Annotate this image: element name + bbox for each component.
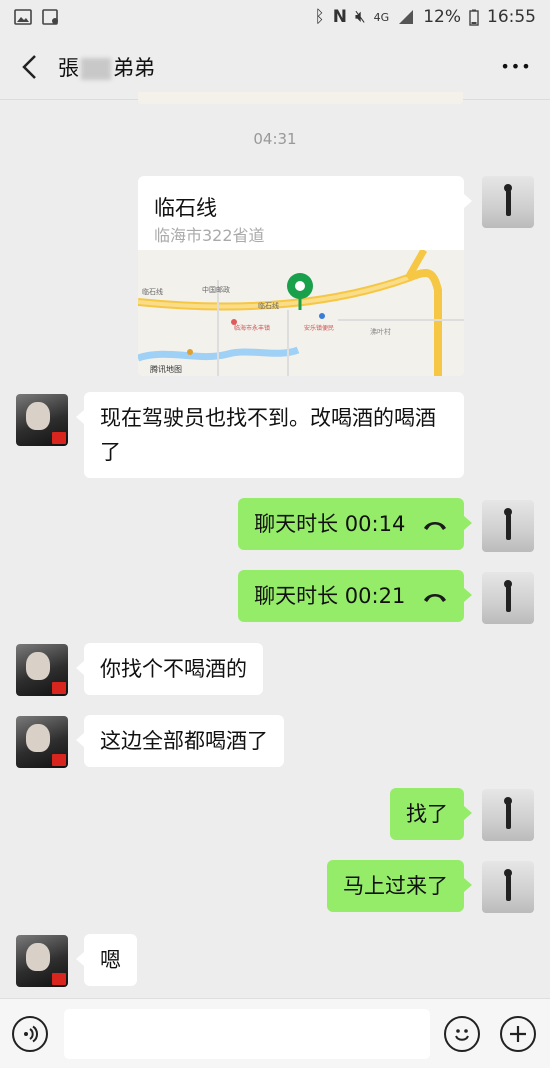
peer-avatar[interactable]	[16, 716, 68, 768]
more-icon: •••	[500, 57, 532, 76]
message-bubble[interactable]: 现在驾驶员也找不到。改喝酒的喝酒了	[76, 392, 464, 478]
message-bubble[interactable]: 找了	[390, 788, 472, 840]
map-village-label: 沸叶村	[370, 327, 391, 336]
chevron-left-icon	[22, 54, 36, 79]
map-post-label: 中国邮政	[202, 285, 230, 294]
location-name: 临石线	[154, 196, 217, 220]
call-duration-bubble[interactable]: 聊天时长 00:14	[238, 498, 472, 550]
emoji-icon	[455, 1029, 469, 1041]
self-avatar[interactable]	[482, 861, 534, 913]
map-brand-label: 腾讯地图	[150, 364, 182, 374]
status-bar: ᛒ N 🔇︎ 4G 12% 16:55	[0, 0, 550, 34]
phone-hangup-icon	[424, 522, 446, 530]
more-functions-button[interactable]	[500, 1016, 536, 1052]
self-avatar[interactable]	[482, 789, 534, 841]
flag-icon	[52, 973, 66, 985]
clock: 16:55	[487, 7, 536, 27]
screenshot-icon	[42, 9, 58, 25]
more-options-button[interactable]: •••	[496, 47, 536, 87]
message-input[interactable]	[64, 1009, 430, 1059]
map-road-label-right: 临石线	[258, 301, 279, 310]
location-card[interactable]: 临石线 临海市322省道 临石线 临石线 中国邮政 沸叶村 临海市永丰镇 安乐镇…	[138, 176, 464, 376]
map-poi-b: 安乐镇便民	[304, 324, 334, 332]
self-avatar[interactable]	[482, 176, 534, 228]
emoji-button[interactable]	[444, 1016, 480, 1052]
bluetooth-icon: ᛒ	[314, 7, 325, 27]
message-timestamp: 04:31	[253, 130, 297, 148]
self-avatar[interactable]	[482, 500, 534, 552]
message-bubble[interactable]: 这边全部都喝酒了	[76, 715, 284, 767]
input-bar	[0, 998, 550, 1068]
battery-icon	[469, 9, 479, 26]
chat-title: 張 弟弟	[58, 52, 155, 82]
gallery-icon	[14, 9, 32, 25]
message-bubble[interactable]: 你找个不喝酒的	[76, 643, 263, 695]
map-poi-a: 临海市永丰镇	[234, 324, 270, 332]
call-duration-text: 聊天时长 00:21	[254, 584, 406, 608]
signal-icon	[399, 10, 414, 24]
chat-title-first: 張	[58, 55, 79, 80]
network-label: 4G	[373, 10, 390, 24]
nfc-icon: N	[332, 7, 347, 27]
battery-percent: 12%	[423, 7, 461, 27]
voice-input-button[interactable]	[12, 1016, 48, 1052]
flag-icon	[52, 754, 66, 766]
flag-icon	[52, 432, 66, 444]
peer-avatar[interactable]	[16, 935, 68, 987]
redacted-name	[81, 57, 111, 80]
phone-hangup-icon	[424, 594, 446, 602]
self-avatar[interactable]	[482, 572, 534, 624]
location-map: 临石线 临石线 中国邮政 沸叶村 临海市永丰镇 安乐镇便民 腾讯地图	[138, 250, 464, 376]
flag-icon	[52, 682, 66, 694]
location-bubble-tail	[464, 194, 472, 208]
peer-avatar[interactable]	[16, 394, 68, 446]
voice-icon	[24, 1025, 39, 1043]
location-address: 临海市322省道	[154, 226, 265, 245]
map-road-label-left: 临石线	[142, 287, 163, 296]
plus-icon	[510, 1026, 526, 1042]
call-duration-text: 聊天时长 00:14	[254, 512, 406, 536]
mute-icon: 🔇︎	[354, 7, 366, 27]
call-duration-bubble[interactable]: 聊天时长 00:21	[238, 570, 472, 622]
chat-header: 張 弟弟 •••	[0, 34, 550, 100]
back-button[interactable]	[6, 43, 54, 91]
chat-title-last: 弟弟	[113, 55, 155, 80]
peer-avatar[interactable]	[16, 644, 68, 696]
message-bubble[interactable]: 马上过来了	[327, 860, 472, 912]
previous-location-card[interactable]	[138, 92, 463, 104]
message-bubble[interactable]: 嗯	[76, 934, 137, 986]
